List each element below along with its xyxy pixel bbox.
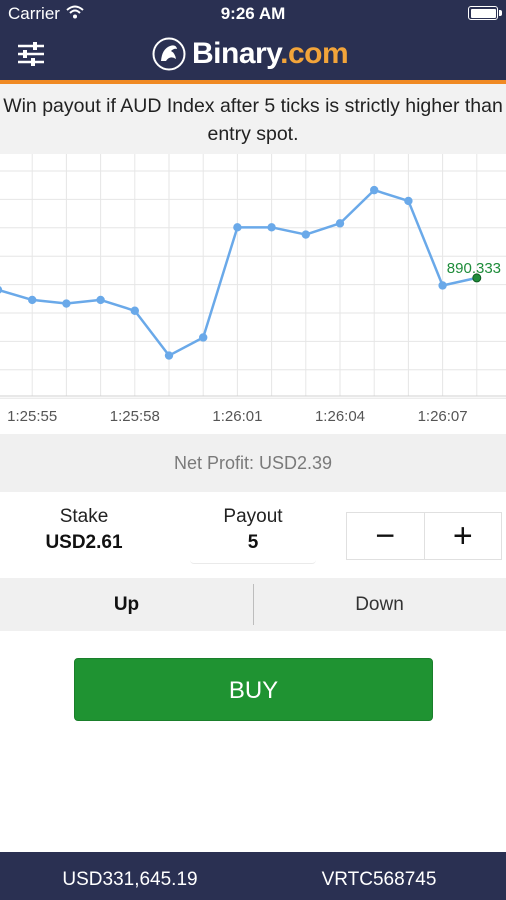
x-tick-label: 1:26:07 xyxy=(418,408,468,425)
tick-chart: 890.333 1:25:55 1:25:58 1:26:01 1:26:04 1:26:… xyxy=(0,154,506,434)
direction-selector: Up Down xyxy=(0,578,506,631)
tick-chart-svg: 890.333 1:25:55 1:25:58 1:26:01 1:26:04 1:26:… xyxy=(0,154,506,425)
status-time: 9:26 AM xyxy=(220,4,286,23)
brand-name: Binary.com xyxy=(192,37,349,71)
x-tick-label: 1:26:01 xyxy=(212,408,262,425)
x-tick-label: 1:26:04 xyxy=(315,408,365,425)
status-bar: Carrier 9:26 AM xyxy=(0,0,506,26)
buy-button[interactable]: BUY xyxy=(74,658,433,721)
payout-value: 5 xyxy=(247,532,259,553)
brand-name-main: Binary xyxy=(192,37,281,70)
tick-point xyxy=(0,286,3,294)
tick-point xyxy=(130,306,139,315)
tick-point xyxy=(28,295,37,305)
brand-logo: Binary.com xyxy=(152,36,349,72)
brand-name-suffix: .com xyxy=(280,37,349,70)
decrement-button[interactable]: − xyxy=(347,513,424,559)
tick-point xyxy=(301,230,310,239)
up-button[interactable]: Up xyxy=(0,578,253,631)
direction-divider xyxy=(253,584,254,625)
account-bar: USD331,645.19 VRTC568745 xyxy=(0,852,506,900)
tick-point xyxy=(233,223,242,232)
payout-field[interactable]: Payout 5 xyxy=(190,506,316,564)
contract-description: Win payout if AUD Index after 5 ticks is… xyxy=(0,84,506,154)
price-line xyxy=(0,188,478,357)
tick-point xyxy=(404,196,413,206)
tick-point xyxy=(96,295,105,305)
x-tick-label: 1:25:58 xyxy=(110,408,160,425)
tick-point xyxy=(199,333,208,342)
battery-icon xyxy=(468,6,502,20)
tick-point xyxy=(267,223,276,232)
increment-button[interactable]: + xyxy=(423,513,502,559)
account-id[interactable]: VRTC568745 xyxy=(252,852,506,900)
binary-logo-icon xyxy=(152,37,186,71)
last-value-label: 890.333 xyxy=(447,260,501,277)
net-profit-bar: Net Profit: USD2.39 xyxy=(0,434,506,492)
tick-point xyxy=(164,351,174,360)
tick-point xyxy=(62,299,71,308)
tick-point xyxy=(438,281,447,290)
account-balance: USD331,645.19 xyxy=(62,869,198,890)
x-tick-label: 1:25:55 xyxy=(7,408,57,425)
tick-point xyxy=(370,185,379,195)
tick-point xyxy=(335,219,345,228)
top-bar: Carrier 9:26 AM Binary.com xyxy=(0,0,506,80)
down-button[interactable]: Down xyxy=(253,578,506,631)
payout-label: Payout xyxy=(223,506,283,527)
stake-block[interactable]: Stake USD2.61 xyxy=(0,506,168,554)
payout-stepper: − + xyxy=(346,512,502,560)
stake-value: USD2.61 xyxy=(45,532,123,553)
settings-sliders-icon[interactable] xyxy=(16,40,46,68)
stake-label: Stake xyxy=(59,506,109,527)
